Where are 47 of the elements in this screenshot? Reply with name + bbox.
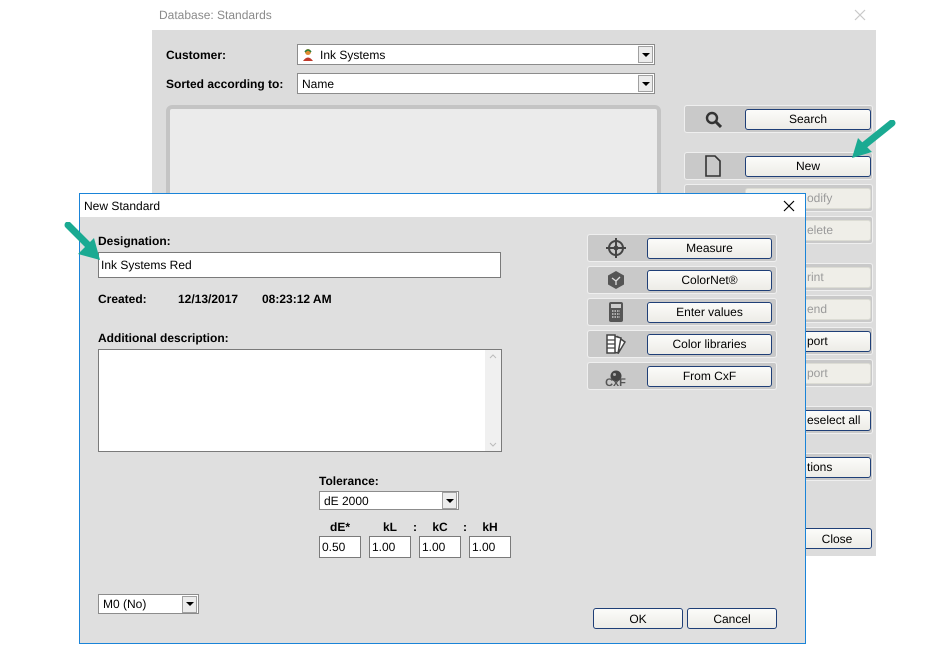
close-icon[interactable] [783, 200, 795, 212]
time-text: 08:23:12 AM [262, 292, 332, 306]
person-icon [302, 48, 314, 62]
document-icon [705, 155, 721, 177]
scrollbar[interactable] [485, 350, 501, 451]
action-button[interactable]: Color libraries [647, 334, 772, 354]
dialog-button[interactable]: Cancel [687, 608, 777, 629]
dropdown[interactable]: Ink Systems [297, 44, 655, 65]
field-label: Created: [98, 292, 148, 306]
separator-text: : [412, 520, 418, 534]
param-label: dE* [330, 520, 350, 534]
input-field[interactable]: 0.50 [319, 536, 361, 558]
field-label: Sorted according to: [166, 76, 284, 90]
action-button[interactable]: ColorNet® [647, 270, 772, 290]
input-field[interactable]: 1.00 [369, 536, 411, 558]
window-title: Database: Standards [159, 8, 272, 22]
field-label: Tolerance: [319, 474, 380, 488]
separator-text: : [462, 520, 468, 534]
dialog-title: New Standard [84, 198, 160, 212]
action-button[interactable]: New [745, 156, 871, 176]
field-label: Additional description: [98, 331, 230, 345]
dropdown[interactable]: dE 2000 [319, 491, 459, 510]
action-button[interactable]: From CxF [647, 366, 772, 386]
action-button[interactable]: Enter values [647, 302, 772, 322]
param-label: kL [382, 520, 397, 534]
swatch-fan-icon [606, 334, 626, 354]
action-button[interactable]: Search [745, 108, 871, 130]
input-field[interactable]: 1.00 [419, 536, 461, 558]
calculator-icon [606, 302, 624, 322]
dropdown[interactable]: M0 (No) [98, 594, 199, 614]
param-label: kC [432, 520, 448, 534]
field-label: Customer: [166, 48, 228, 62]
param-label: kH [482, 520, 498, 534]
crosshair-icon [606, 238, 626, 258]
input-field[interactable]: Ink Systems Red [98, 252, 501, 278]
arrow-annotation [852, 120, 896, 160]
text-area[interactable] [98, 349, 502, 452]
dropdown[interactable]: Name [297, 73, 655, 94]
action-button[interactable]: Measure [647, 238, 772, 258]
search-icon [704, 110, 722, 128]
hexagon-icon [606, 270, 626, 290]
input-field[interactable]: 1.00 [469, 536, 511, 558]
down-chevron-icon [489, 442, 497, 447]
dialog-button[interactable]: OK [593, 608, 683, 629]
up-chevron-icon [489, 354, 497, 359]
date-text: 12/13/2017 [178, 292, 240, 306]
field-label: Designation: [98, 234, 172, 248]
